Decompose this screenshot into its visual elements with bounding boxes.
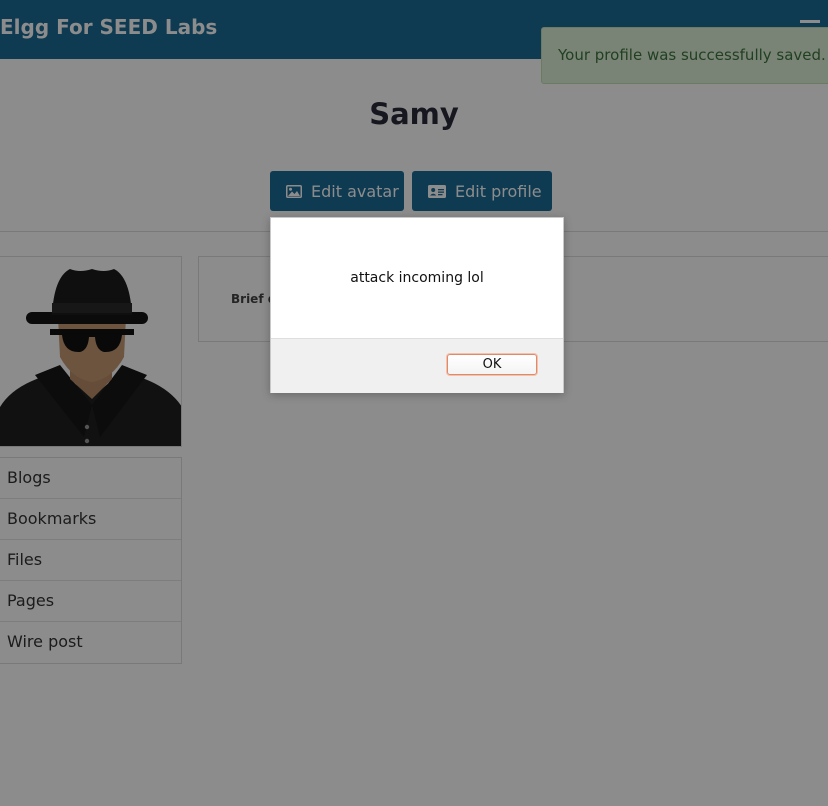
- alert-message: attack incoming lol: [350, 270, 484, 286]
- modal-overlay: [0, 0, 828, 806]
- alert-dialog: attack incoming lol OK: [270, 217, 564, 393]
- ok-button[interactable]: OK: [447, 354, 537, 375]
- alert-footer: OK: [271, 338, 563, 393]
